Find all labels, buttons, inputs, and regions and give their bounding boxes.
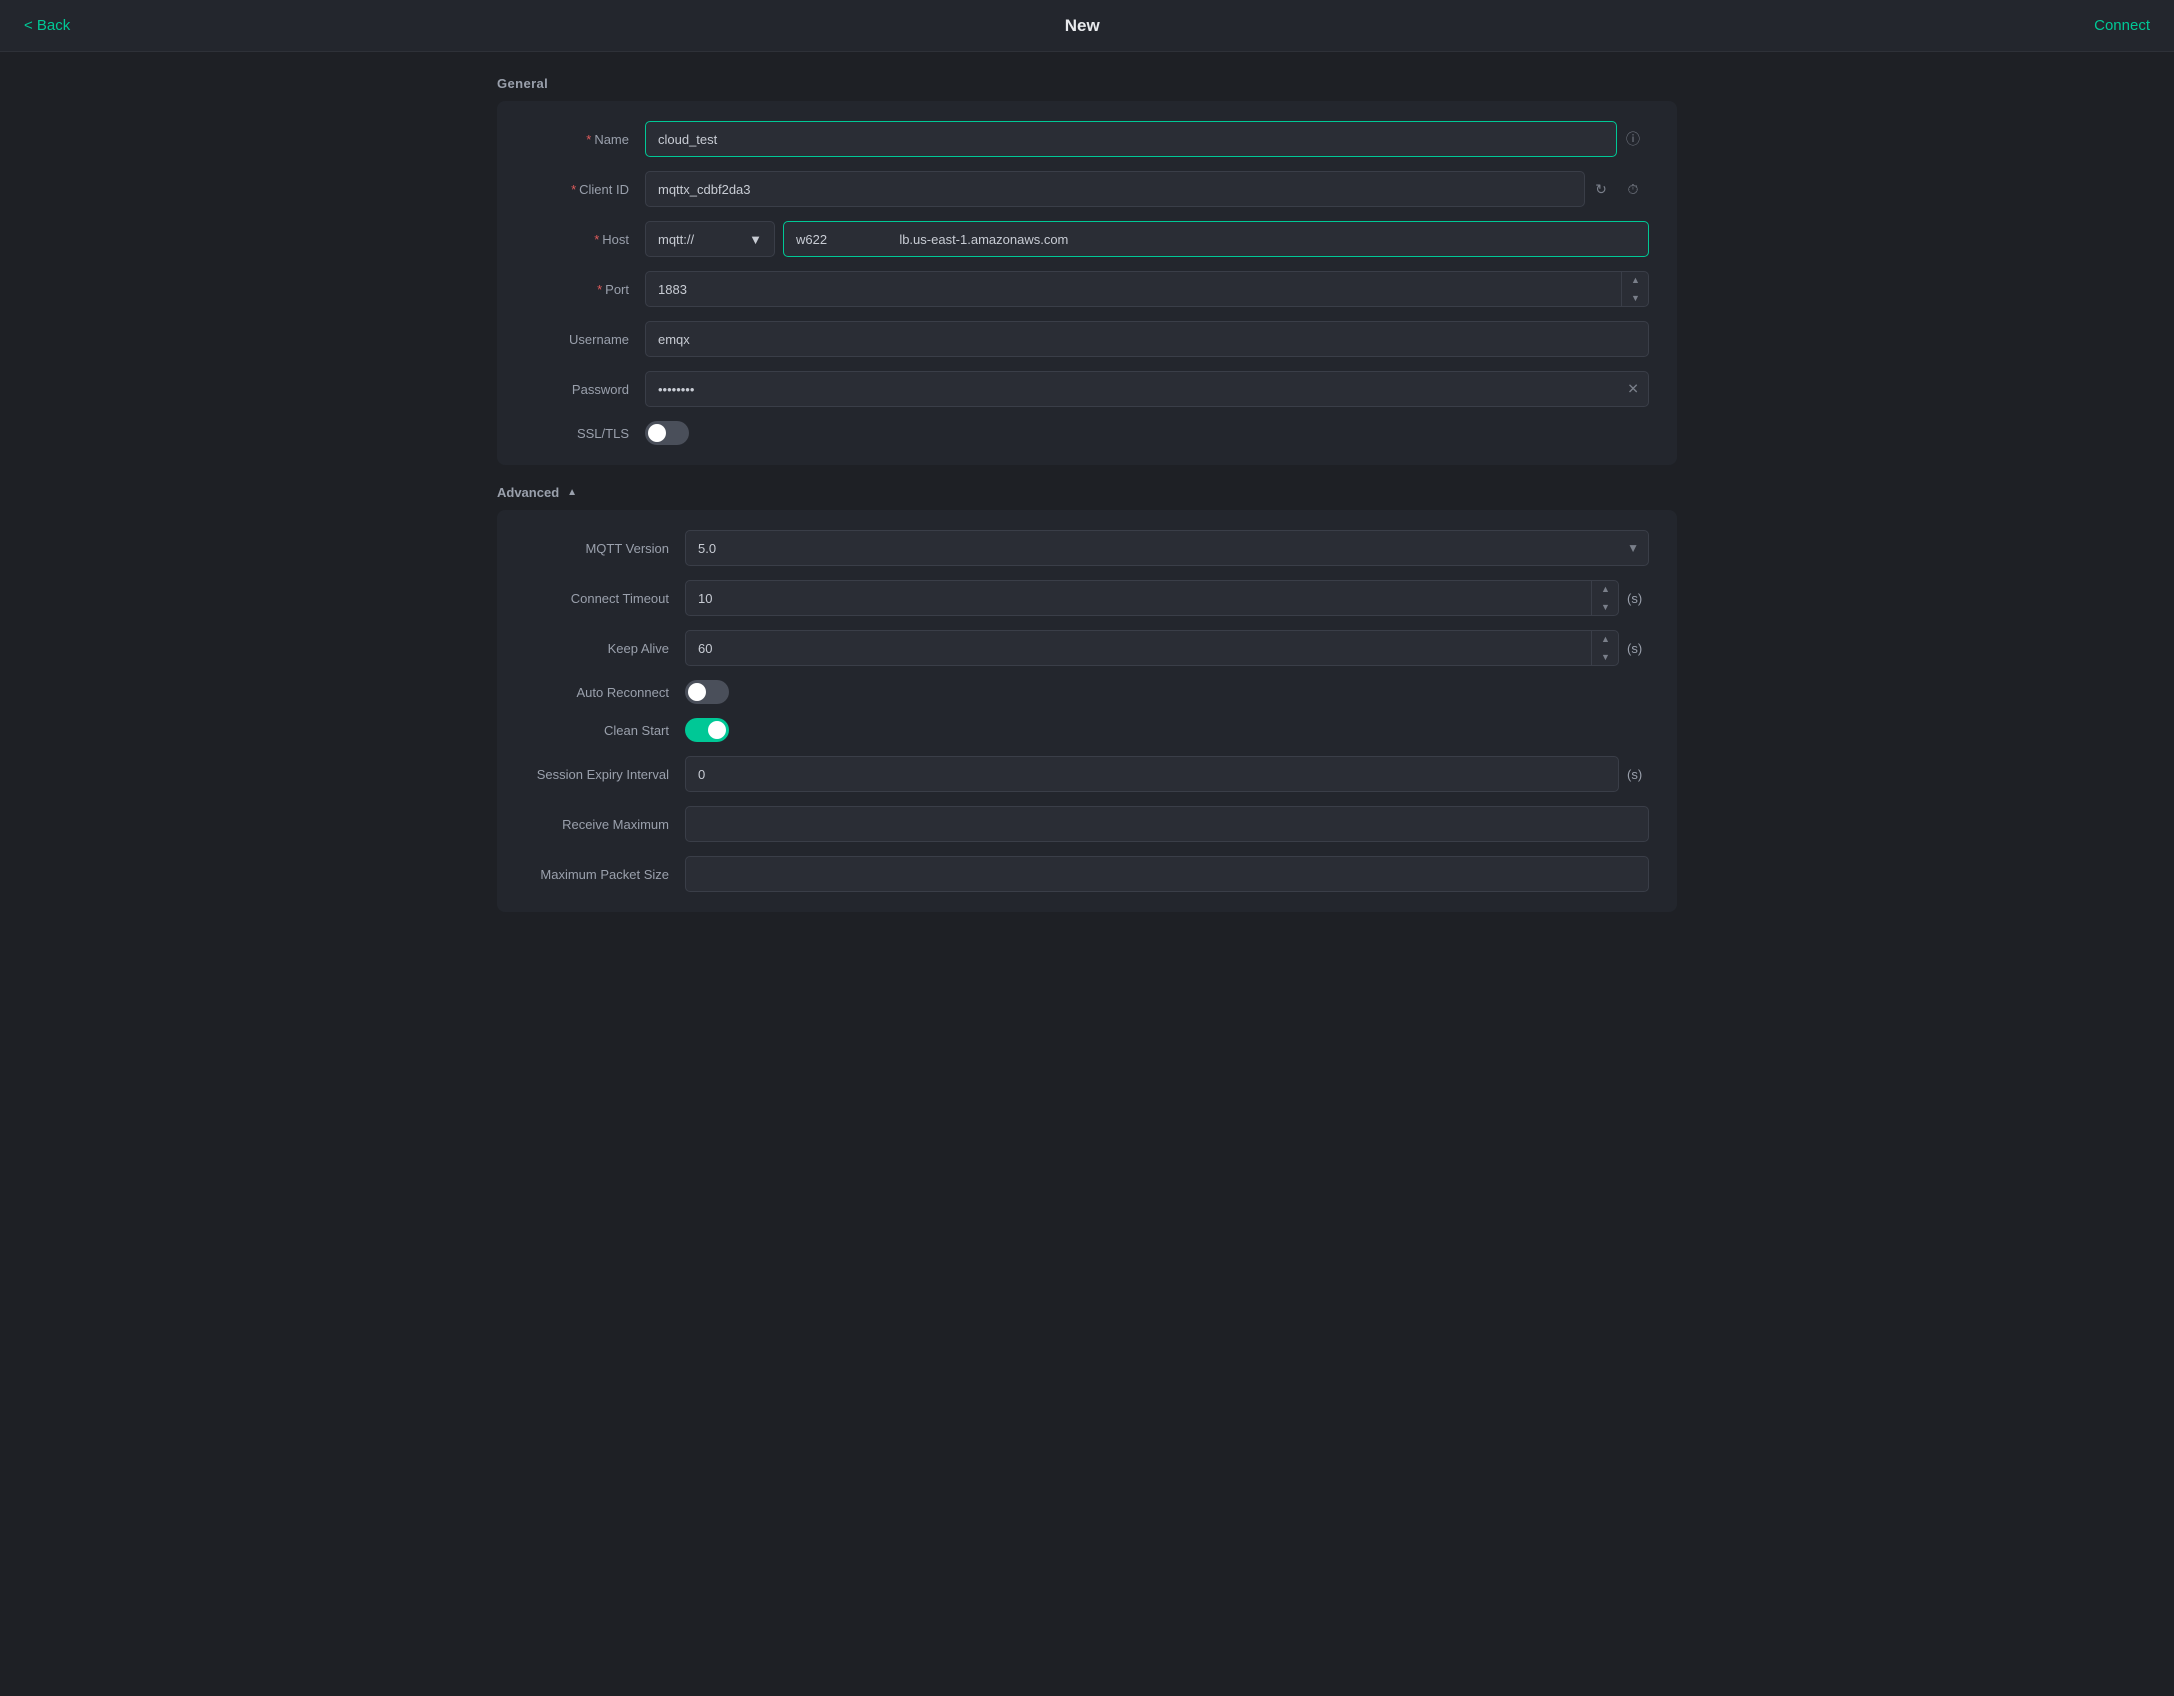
clean-start-thumb [708, 721, 726, 739]
password-clear-icon[interactable]: ✕ [1627, 381, 1639, 398]
port-decrement[interactable]: ▼ [1622, 289, 1649, 307]
client-id-info-icon[interactable]: ⏱ [1617, 173, 1649, 205]
keep-alive-wrapper: ▲ ▼ [685, 630, 1619, 666]
general-section-title: General [497, 76, 1677, 91]
port-label: *Port [525, 282, 645, 297]
timeout-decrement[interactable]: ▼ [1592, 598, 1619, 616]
required-star3: * [594, 232, 599, 247]
keep-alive-spinner: ▲ ▼ [1591, 630, 1619, 666]
keep-alive-label: Keep Alive [525, 641, 685, 656]
receive-maximum-label: Receive Maximum [525, 817, 685, 832]
auto-reconnect-toggle[interactable] [685, 680, 729, 704]
connect-timeout-wrapper: ▲ ▼ [685, 580, 1619, 616]
connect-timeout-row: Connect Timeout ▲ ▼ (s) [525, 580, 1649, 616]
session-expiry-input[interactable] [685, 756, 1619, 792]
mqtt-version-select-wrapper: 3.1 3.1.1 5.0 ▼ [685, 530, 1649, 566]
protocol-value: mqtt:// [658, 232, 694, 247]
keep-alive-unit: (s) [1627, 641, 1649, 656]
username-label: Username [525, 332, 645, 347]
password-row: Password ✕ [525, 371, 1649, 407]
session-expiry-label: Session Expiry Interval [525, 767, 685, 782]
username-input[interactable] [645, 321, 1649, 357]
clean-start-track [685, 718, 729, 742]
clean-start-row: Clean Start [525, 718, 1649, 742]
connect-timeout-spinner: ▲ ▼ [1591, 580, 1619, 616]
max-packet-size-input[interactable] [685, 856, 1649, 892]
name-info-icon[interactable]: ⓘ [1617, 123, 1649, 155]
ssl-row: SSL/TLS [525, 421, 1649, 445]
ssl-label: SSL/TLS [525, 426, 645, 441]
client-id-row: *Client ID ↻ ⏱ [525, 171, 1649, 207]
advanced-section-title[interactable]: Advanced ▲ [497, 485, 1677, 500]
protocol-chevron: ▼ [749, 232, 762, 247]
page-content: General *Name ⓘ *Client ID ↻ ⏱ *Host [477, 52, 1697, 956]
mqtt-version-label: MQTT Version [525, 541, 685, 556]
timeout-increment[interactable]: ▲ [1592, 580, 1619, 598]
connect-timeout-label: Connect Timeout [525, 591, 685, 606]
connect-timeout-input[interactable] [685, 580, 1619, 616]
session-expiry-unit: (s) [1627, 767, 1649, 782]
keep-alive-input[interactable] [685, 630, 1619, 666]
auto-reconnect-row: Auto Reconnect [525, 680, 1649, 704]
required-star: * [586, 132, 591, 147]
auto-reconnect-thumb [688, 683, 706, 701]
client-id-input[interactable] [645, 171, 1585, 207]
host-input-group: mqtt:// ▼ [645, 221, 1649, 257]
host-input[interactable] [783, 221, 1649, 257]
back-button[interactable]: < Back [24, 17, 70, 34]
clean-start-toggle[interactable] [685, 718, 729, 742]
port-wrapper: ▲ ▼ [645, 271, 1649, 307]
keepalive-increment[interactable]: ▲ [1592, 630, 1619, 648]
connect-button[interactable]: Connect [2094, 17, 2150, 34]
max-packet-size-row: Maximum Packet Size [525, 856, 1649, 892]
page-title: New [1065, 16, 1100, 36]
required-star4: * [597, 282, 602, 297]
ssl-toggle-track [645, 421, 689, 445]
password-wrapper: ✕ [645, 371, 1649, 407]
password-input[interactable] [645, 371, 1649, 407]
advanced-arrow-icon: ▲ [567, 487, 577, 498]
username-row: Username [525, 321, 1649, 357]
keep-alive-row: Keep Alive ▲ ▼ (s) [525, 630, 1649, 666]
protocol-select[interactable]: mqtt:// ▼ [645, 221, 775, 257]
header: < Back New Connect [0, 0, 2174, 52]
host-label: *Host [525, 232, 645, 247]
port-input[interactable] [645, 271, 1649, 307]
name-input[interactable] [645, 121, 1617, 157]
name-label: *Name [525, 132, 645, 147]
advanced-card: MQTT Version 3.1 3.1.1 5.0 ▼ Connect Tim… [497, 510, 1677, 912]
client-id-label: *Client ID [525, 182, 645, 197]
ssl-toggle-thumb [648, 424, 666, 442]
general-card: *Name ⓘ *Client ID ↻ ⏱ *Host mqtt:// ▼ [497, 101, 1677, 465]
max-packet-size-label: Maximum Packet Size [525, 867, 685, 882]
receive-maximum-input[interactable] [685, 806, 1649, 842]
mqtt-version-select[interactable]: 3.1 3.1.1 5.0 [685, 530, 1649, 566]
host-row: *Host mqtt:// ▼ [525, 221, 1649, 257]
mqtt-version-row: MQTT Version 3.1 3.1.1 5.0 ▼ [525, 530, 1649, 566]
auto-reconnect-label: Auto Reconnect [525, 685, 685, 700]
port-spinner: ▲ ▼ [1621, 271, 1649, 307]
clean-start-label: Clean Start [525, 723, 685, 738]
ssl-toggle[interactable] [645, 421, 689, 445]
port-increment[interactable]: ▲ [1622, 271, 1649, 289]
client-id-refresh-icon[interactable]: ↻ [1585, 173, 1617, 205]
keepalive-decrement[interactable]: ▼ [1592, 648, 1619, 666]
required-star2: * [571, 182, 576, 197]
name-row: *Name ⓘ [525, 121, 1649, 157]
advanced-label: Advanced [497, 485, 559, 500]
connect-timeout-unit: (s) [1627, 591, 1649, 606]
auto-reconnect-track [685, 680, 729, 704]
receive-maximum-row: Receive Maximum [525, 806, 1649, 842]
password-label: Password [525, 382, 645, 397]
port-row: *Port ▲ ▼ [525, 271, 1649, 307]
session-expiry-row: Session Expiry Interval (s) [525, 756, 1649, 792]
